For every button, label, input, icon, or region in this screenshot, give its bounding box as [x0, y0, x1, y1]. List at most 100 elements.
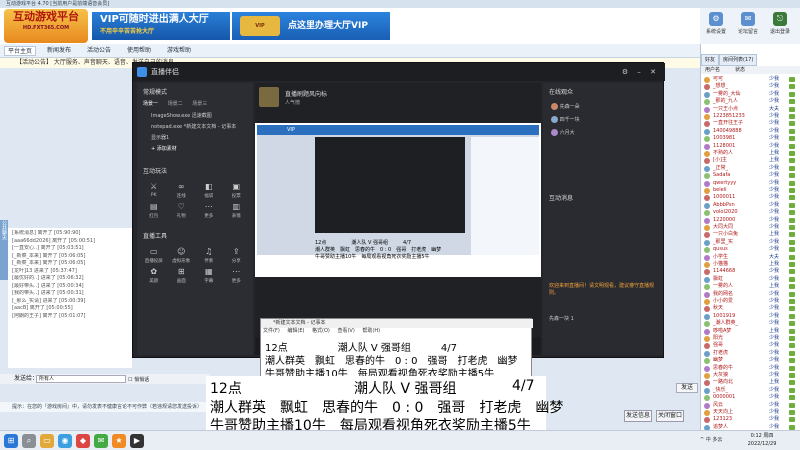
user-row[interactable]: 强哥 少我 [701, 342, 800, 350]
send-button[interactable]: 发送 [676, 383, 698, 393]
vip-apply-banner[interactable]: VIP 点这里办理大厅VIP [232, 12, 390, 40]
app-icon[interactable]: ◆ [76, 434, 90, 448]
clock[interactable]: 0:12 周四 2022/12/29 [742, 432, 782, 448]
vip-ad-banner[interactable]: VIP可随时进出满人大厅 不用辛辛苦苦抢大厅 [92, 12, 230, 40]
tool-beauty[interactable]: ✿ 美颜 [141, 266, 167, 284]
user-row[interactable]: AbbbPsn 少我 [701, 202, 800, 210]
scene-tab-3[interactable]: 场景三 [192, 101, 207, 107]
user-row[interactable]: _想想_ 少我 [701, 83, 800, 91]
source-item[interactable]: 显示器1 [137, 132, 253, 143]
nav-home[interactable]: 平台主页 [4, 46, 37, 56]
scene-tab-2[interactable]: 场景二 [168, 101, 183, 107]
user-row[interactable]: _那里_实 少我 [701, 239, 800, 247]
user-row[interactable]: 小猫猫 上我 [701, 261, 800, 269]
game-icon[interactable]: ★ [112, 434, 126, 448]
user-row[interactable]: _正常_ 少我 [701, 165, 800, 173]
audience-item[interactable]: 六月大 [543, 126, 663, 139]
user-row[interactable]: 思春的牛 少我 [701, 365, 800, 373]
recipient-select[interactable]: 所有人 [36, 375, 126, 383]
logo[interactable]: 互动游戏平台 HD.FXT365.COM [4, 9, 88, 43]
user-row[interactable]: 0000001 少我 [701, 394, 800, 402]
user-row[interactable]: 秋天 少我 [701, 305, 800, 313]
browser-icon[interactable]: ◉ [58, 434, 72, 448]
tool-bag[interactable]: ◧ 福袋 [196, 181, 222, 199]
whisper-checkbox[interactable]: ☐ 悄悄话 [128, 376, 168, 384]
user-row[interactable]: 一路向北 上我 [701, 379, 800, 387]
tool-subtitle[interactable]: ▦ 字幕 [196, 266, 222, 284]
forum-button[interactable]: ✉ 论坛留言 [736, 12, 760, 35]
source-item[interactable]: ImageShow.exe 迅速截图 [137, 110, 253, 121]
menu-edit[interactable]: 编辑(E) [287, 328, 304, 334]
user-row[interactable]: 1128001 少我 [701, 143, 800, 151]
tool-redpack[interactable]: ▤ 红包 [141, 201, 167, 219]
user-row[interactable]: 一只王小点 大夫 [701, 106, 800, 114]
user-row[interactable]: 幽梦 少我 [701, 357, 800, 365]
menu-file[interactable]: 文件(F) [263, 328, 280, 334]
user-row[interactable]: 阳光 少我 [701, 335, 800, 343]
menu-format[interactable]: 格式(O) [312, 328, 330, 334]
audience-item[interactable]: 先森一朵 [543, 100, 663, 113]
tool-share[interactable]: ⇪ 分享 [224, 246, 250, 264]
user-row[interactable]: 一只小白兔 上我 [701, 231, 800, 239]
user-row[interactable]: 一直开往王子 少我 [701, 120, 800, 128]
menu-view[interactable]: 查看(V) [337, 328, 354, 334]
user-row[interactable]: 140049888 少我 [701, 128, 800, 136]
scene-tab-1[interactable]: 场景一 [143, 101, 158, 107]
folder-icon[interactable]: ▭ [40, 434, 54, 448]
user-row[interactable]: beleli 少我 [701, 187, 800, 195]
nav-help[interactable]: 使用帮助 [124, 46, 154, 56]
user-row[interactable]: _潮人群英_ 少我 [701, 320, 800, 328]
close-window-button[interactable]: 关闭窗口 [656, 410, 684, 422]
tool-music[interactable]: ♫ 伴奏 [196, 246, 222, 264]
logout-button[interactable]: ⎋ 退出登录 [768, 12, 792, 35]
tool-screen[interactable]: ⊞ 画面 [169, 266, 195, 284]
tab-friends[interactable]: 好友 [701, 54, 720, 66]
chat-app-icon[interactable]: ✉ [94, 434, 108, 448]
user-row[interactable]: _快乐_ 少我 [701, 387, 800, 395]
add-source-button[interactable]: + 添加素材 [137, 143, 253, 154]
user-row[interactable]: 风云 少我 [701, 402, 800, 410]
user-row[interactable]: 天天向上 少我 [701, 409, 800, 417]
menu-help[interactable]: 帮助(H) [362, 328, 380, 334]
system-tray[interactable]: ^ 中 多云 [700, 436, 740, 444]
left-side-tabs[interactable]: 公共聊天 [0, 220, 8, 280]
tool-more[interactable]: ⋯ 更多 [196, 201, 222, 219]
tool-emoji[interactable]: ▥ 表情 [224, 201, 250, 219]
source-item[interactable]: notepad.exe *新建文本文档 - 记事本 [137, 121, 253, 132]
tool-avatar[interactable]: ☺ 虚拟形象 [169, 246, 195, 264]
tool-more2[interactable]: ⋯ 更多 [224, 266, 250, 284]
user-row[interactable]: 一雾的人 上我 [701, 283, 800, 291]
user-row[interactable]: qusus 少我 [701, 246, 800, 254]
system-settings-button[interactable]: ⚙ 系统设置 [704, 12, 728, 35]
tool-gift[interactable]: ♡ 礼物 [169, 201, 195, 219]
tool-pk[interactable]: ⚔ PK [141, 181, 167, 199]
search-icon[interactable]: ⌕ [22, 434, 36, 448]
live-app-icon[interactable]: ▶ [130, 434, 144, 448]
user-row[interactable]: 我的网名 少我 [701, 291, 800, 299]
start-icon[interactable]: ⊞ [4, 434, 18, 448]
user-row[interactable]: 1144668 少我 [701, 268, 800, 276]
user-row[interactable]: Sadafa 少我 [701, 172, 800, 180]
send-message-button[interactable]: 发送信息 [624, 410, 652, 422]
nav-events[interactable]: 活动公告 [84, 46, 114, 56]
user-row[interactable]: 1220000 少我 [701, 217, 800, 225]
settings-icon[interactable]: ⚙ [621, 68, 629, 76]
user-row[interactable]: volol2020 少我 [701, 209, 800, 217]
user-row[interactable]: 哆啦A梦 上我 [701, 328, 800, 336]
user-row[interactable]: 123123 少我 [701, 416, 800, 424]
stream-preview[interactable]: VIP 12点 潮人队 V 强哥组 4/7 潮人群英 飘虹 思春的牛 0 : 0… [255, 123, 541, 277]
tool-cast[interactable]: ▭ 直播投屏 [141, 246, 167, 264]
user-row[interactable]: _那的_九人 少我 [701, 98, 800, 106]
audience-item[interactable]: 四千一块 [543, 113, 663, 126]
tab-room-list[interactable]: 房间列表(17) [719, 54, 758, 66]
close-icon[interactable]: ✕ [649, 68, 657, 76]
minimize-icon[interactable]: – [635, 68, 643, 76]
user-row[interactable]: [小]主 上我 [701, 157, 800, 165]
nav-game-help[interactable]: 游戏帮助 [164, 46, 194, 56]
nav-news[interactable]: 新闻发布 [44, 46, 74, 56]
chat-log[interactable]: [系统消息] 离开了 [05:90:90] [aaa66dd2026] 离开了 [… [8, 228, 132, 368]
tool-link[interactable]: ∞ 连线 [169, 181, 195, 199]
user-row[interactable]: qwertyyy 少我 [701, 180, 800, 188]
user-row[interactable]: 1003981 少我 [701, 135, 800, 143]
user-row[interactable]: 1000011 少我 [701, 194, 800, 202]
